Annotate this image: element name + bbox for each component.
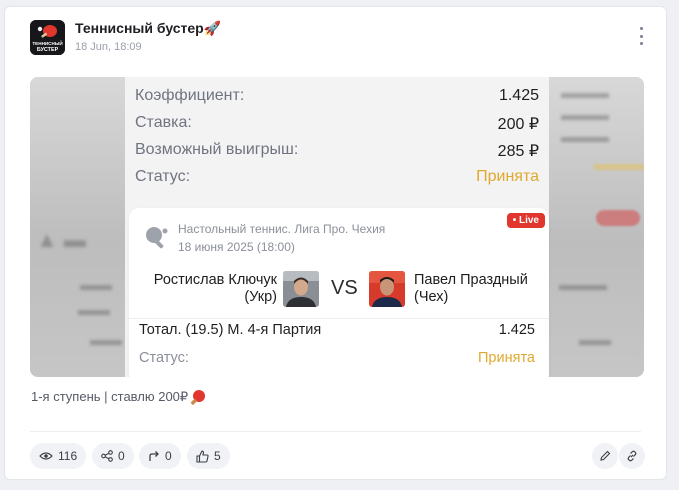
table-tennis-icon	[146, 227, 168, 249]
bet-odds: 1.425	[498, 322, 535, 338]
bet-slip: Коэффициент: 1.425 Ставка: 200 ₽ Возможн…	[125, 77, 549, 377]
blurred-shape: ▬▬	[90, 332, 122, 349]
slip-row-payout: Возможный выигрыш: 285 ₽	[135, 141, 539, 161]
slip-value: 1.425	[498, 87, 539, 104]
forward-arrow-icon	[149, 451, 159, 461]
thumbs-up-icon	[196, 449, 209, 463]
avatar-line-1: ТЕННИСНЫЙ	[32, 39, 62, 46]
views-counter[interactable]: 116	[30, 443, 87, 469]
bet-market: Тотал. (19.5) М. 4-я Партия	[139, 322, 322, 338]
forward-count: 0	[165, 449, 172, 463]
blurred-shape	[596, 210, 640, 226]
slip-label: Ставка:	[135, 114, 192, 131]
slip-label: Коэффициент:	[135, 87, 245, 104]
post-time: 18 Jun, 18:09	[75, 41, 142, 53]
slip-row-odds: Коэффициент: 1.425	[135, 87, 539, 105]
divider	[129, 318, 549, 319]
live-badge: • Live	[506, 213, 545, 228]
vs-label: VS	[331, 277, 358, 299]
post-caption: 1-я ступень | ставлю 200₽	[31, 389, 206, 405]
copy-link-button[interactable]	[619, 443, 645, 469]
player-away-name: Павел Праздный (Чех)	[414, 272, 528, 305]
edit-button[interactable]	[592, 443, 618, 469]
share-button[interactable]: 0	[92, 443, 134, 469]
avatar-line-2: БУСТЕР	[37, 47, 59, 53]
post-image[interactable]: ▲ ▬ ▬▬ ▬▬ ▬▬ ▬▬▬ ▬▬▬ ▬▬▬ ▬▬▬ ▬▬ Коэффици…	[30, 77, 644, 377]
likes-count: 5	[214, 449, 221, 463]
more-dot-icon	[639, 34, 643, 38]
slip-row-stake: Ставка: 200 ₽	[135, 114, 539, 134]
slip-label: Возможный выигрыш:	[135, 141, 299, 158]
league-name: Настольный теннис. Лига Про. Чехия	[178, 222, 386, 236]
blurred-shape: ▬▬▬	[559, 277, 607, 294]
channel-avatar[interactable]: ТЕННИСНЫЙ БУСТЕР	[30, 20, 65, 55]
slip-value: 285 ₽	[497, 143, 539, 160]
blurred-shape: ▬▬	[579, 332, 611, 349]
views-count: 116	[58, 449, 78, 463]
match-date: 18 июня 2025 (18:00)	[178, 240, 295, 254]
player-home-photo	[283, 271, 319, 307]
link-icon	[627, 450, 637, 462]
slip-status-value: Принята	[476, 168, 539, 185]
bet-status-value: Принята	[478, 350, 535, 366]
share-count: 0	[118, 449, 125, 463]
ping-pong-paddle-icon	[191, 390, 206, 405]
blurred-background-right: ▬▬▬ ▬▬▬ ▬▬▬ ▬▬▬ ▬▬	[549, 77, 644, 377]
more-dot-icon	[639, 42, 643, 45]
share-nodes-icon	[101, 450, 113, 462]
blurred-shape: ▲ ▬	[36, 227, 86, 252]
more-options-button[interactable]	[638, 27, 644, 45]
post-card: ТЕННИСНЫЙ БУСТЕР Теннисный бустер🚀 18 Ju…	[4, 6, 667, 480]
forward-button[interactable]: 0	[139, 443, 181, 469]
more-dot-icon	[639, 27, 643, 30]
caption-text: 1-я ступень | ставлю 200₽	[31, 389, 189, 404]
blurred-shape	[594, 164, 644, 170]
eye-icon	[39, 452, 53, 460]
slip-value: 200 ₽	[497, 116, 539, 133]
channel-name[interactable]: Теннисный бустер🚀	[75, 20, 221, 37]
bet-event-card: Настольный теннис. Лига Про. Чехия 18 ию…	[129, 208, 549, 377]
footer-divider	[30, 431, 641, 432]
slip-row-status: Статус: Принята	[135, 168, 539, 186]
player-away-photo	[369, 271, 405, 307]
player-home-name: Ростислав Ключук (Укр)	[153, 272, 277, 305]
blurred-shape: ▬▬▬	[561, 129, 609, 146]
slip-label: Статус:	[135, 168, 191, 185]
blurred-shape: ▬▬	[78, 302, 110, 319]
blurred-shape: ▬▬▬	[561, 107, 609, 124]
blurred-background-left: ▲ ▬ ▬▬ ▬▬ ▬▬	[30, 77, 125, 377]
blurred-shape: ▬▬	[80, 277, 112, 294]
like-button[interactable]: 5	[187, 443, 230, 469]
pencil-icon	[600, 450, 611, 461]
bet-status-label: Статус:	[139, 350, 189, 366]
blurred-shape: ▬▬▬	[561, 85, 609, 102]
